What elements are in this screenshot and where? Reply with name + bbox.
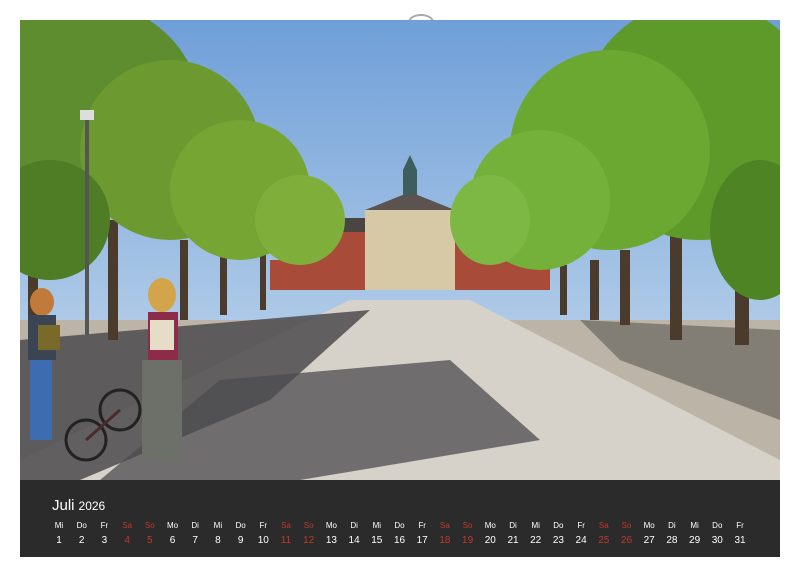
weekday-label: Do: [235, 521, 246, 530]
day-number: 30: [711, 535, 723, 546]
weekday-label: Di: [350, 521, 358, 530]
day-number: 22: [530, 535, 542, 546]
weekday-label: Do: [76, 521, 87, 530]
day-number: 26: [620, 535, 633, 546]
weekday-label: Mi: [213, 521, 223, 530]
day-number: 23: [552, 535, 564, 546]
weekday-label: Mi: [372, 521, 382, 530]
day-number: 6: [169, 535, 176, 546]
day-number: 9: [237, 535, 244, 546]
weekday-label: Sa: [122, 521, 132, 530]
day-number: 19: [462, 535, 474, 546]
weekday-label: Mo: [484, 521, 496, 530]
day-number: 11: [280, 535, 292, 546]
weekday-label: Di: [191, 521, 199, 530]
weekday-label: Sa: [598, 521, 609, 530]
weekday-label: Mi: [54, 521, 64, 530]
weekday-label: Sa: [281, 521, 291, 530]
month-year: 2026: [78, 499, 106, 513]
calendar-photo: [20, 20, 780, 480]
day-number: 15: [371, 535, 383, 546]
weekday-label: Di: [668, 521, 676, 530]
day-number: 14: [348, 535, 360, 546]
day-number: 7: [192, 535, 198, 546]
day-number: 4: [124, 535, 130, 546]
day-number: 27: [643, 535, 655, 546]
weekday-label: Mo: [325, 521, 337, 530]
weekday-label: So: [144, 521, 155, 530]
day-number: 24: [575, 535, 587, 546]
day-number: 10: [257, 535, 269, 546]
month-heading: Juli 2026: [52, 497, 105, 515]
weekday-label: Mi: [690, 521, 699, 530]
weekday-label: Mo: [166, 521, 179, 530]
weekday-label: Do: [553, 521, 564, 530]
weekday-label: So: [621, 521, 632, 530]
weekday-label: Fr: [577, 521, 585, 530]
weekday-label: Di: [509, 521, 517, 530]
weekday-label: Fr: [259, 521, 268, 530]
weekday-label: Mi: [531, 521, 540, 530]
day-number: 12: [303, 535, 315, 546]
day-number: 8: [215, 535, 221, 546]
day-number: 28: [666, 535, 678, 546]
day-number: 21: [507, 535, 519, 546]
weekday-label: Fr: [418, 521, 426, 530]
day-number: 18: [439, 535, 451, 546]
weekday-label: Fr: [100, 521, 109, 530]
weekday-label: Sa: [439, 521, 450, 530]
day-number: 20: [484, 535, 496, 546]
weekday-label: Do: [394, 521, 405, 530]
day-number: 13: [325, 535, 337, 546]
day-number: 3: [101, 535, 108, 546]
lamp-post: [85, 115, 89, 335]
calendar-grid: Juli 2026 Mi 1 Do 2 Fr 3 Sa 4 So 5 Mo 6 Di 7 Mi 8 Do 9 Fr 10…: [20, 480, 780, 557]
weekday-label: Do: [712, 521, 723, 530]
month-name: Juli: [52, 497, 75, 514]
day-number: 17: [416, 535, 428, 546]
day-number: 25: [598, 535, 610, 546]
lamp-head: [80, 110, 94, 120]
weekday-label: So: [462, 521, 473, 530]
weekday-label: Mo: [643, 521, 655, 530]
day-number: 29: [689, 535, 701, 546]
day-number: 16: [393, 535, 406, 546]
photo-scene: [20, 20, 780, 480]
day-number: 5: [147, 535, 153, 546]
day-number: 31: [734, 535, 746, 546]
weekday-label: So: [303, 521, 314, 530]
day-number: 1: [56, 535, 62, 546]
weekday-label: Fr: [736, 521, 744, 530]
day-number: 2: [78, 535, 85, 546]
